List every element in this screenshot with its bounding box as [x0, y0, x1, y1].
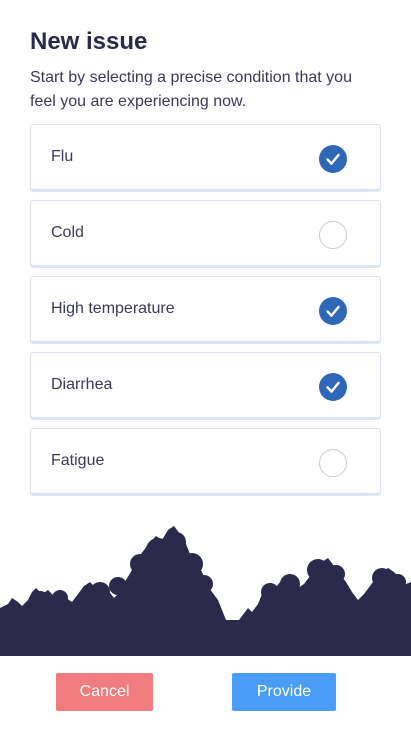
checkmark-icon[interactable]: [319, 297, 347, 325]
cancel-button[interactable]: Cancel: [56, 673, 153, 711]
tree-silhouette-illustration: [0, 526, 411, 656]
condition-option[interactable]: Flu: [30, 124, 381, 190]
condition-label: Diarrhea: [51, 376, 113, 393]
empty-circle-icon[interactable]: [319, 221, 347, 249]
page-subtitle: Start by selecting a precise condition t…: [30, 69, 352, 110]
condition-label: Cold: [51, 224, 84, 241]
condition-option[interactable]: Cold: [30, 200, 381, 266]
provide-button[interactable]: Provide: [232, 673, 336, 711]
condition-option[interactable]: Diarrhea: [30, 352, 381, 418]
condition-label: Flu: [51, 148, 74, 165]
page-title: New issue: [30, 28, 148, 55]
condition-option[interactable]: High temperature: [30, 276, 381, 342]
condition-list: Flu Cold High temperature Diarrhea Fatig…: [30, 124, 381, 504]
condition-label: Fatigue: [51, 452, 105, 469]
condition-option[interactable]: Fatigue: [30, 428, 381, 494]
checkmark-icon[interactable]: [319, 373, 347, 401]
footer-bar: Cancel Provide: [0, 656, 411, 731]
empty-circle-icon[interactable]: [319, 449, 347, 477]
checkmark-icon[interactable]: [319, 145, 347, 173]
condition-label: High temperature: [51, 300, 175, 317]
